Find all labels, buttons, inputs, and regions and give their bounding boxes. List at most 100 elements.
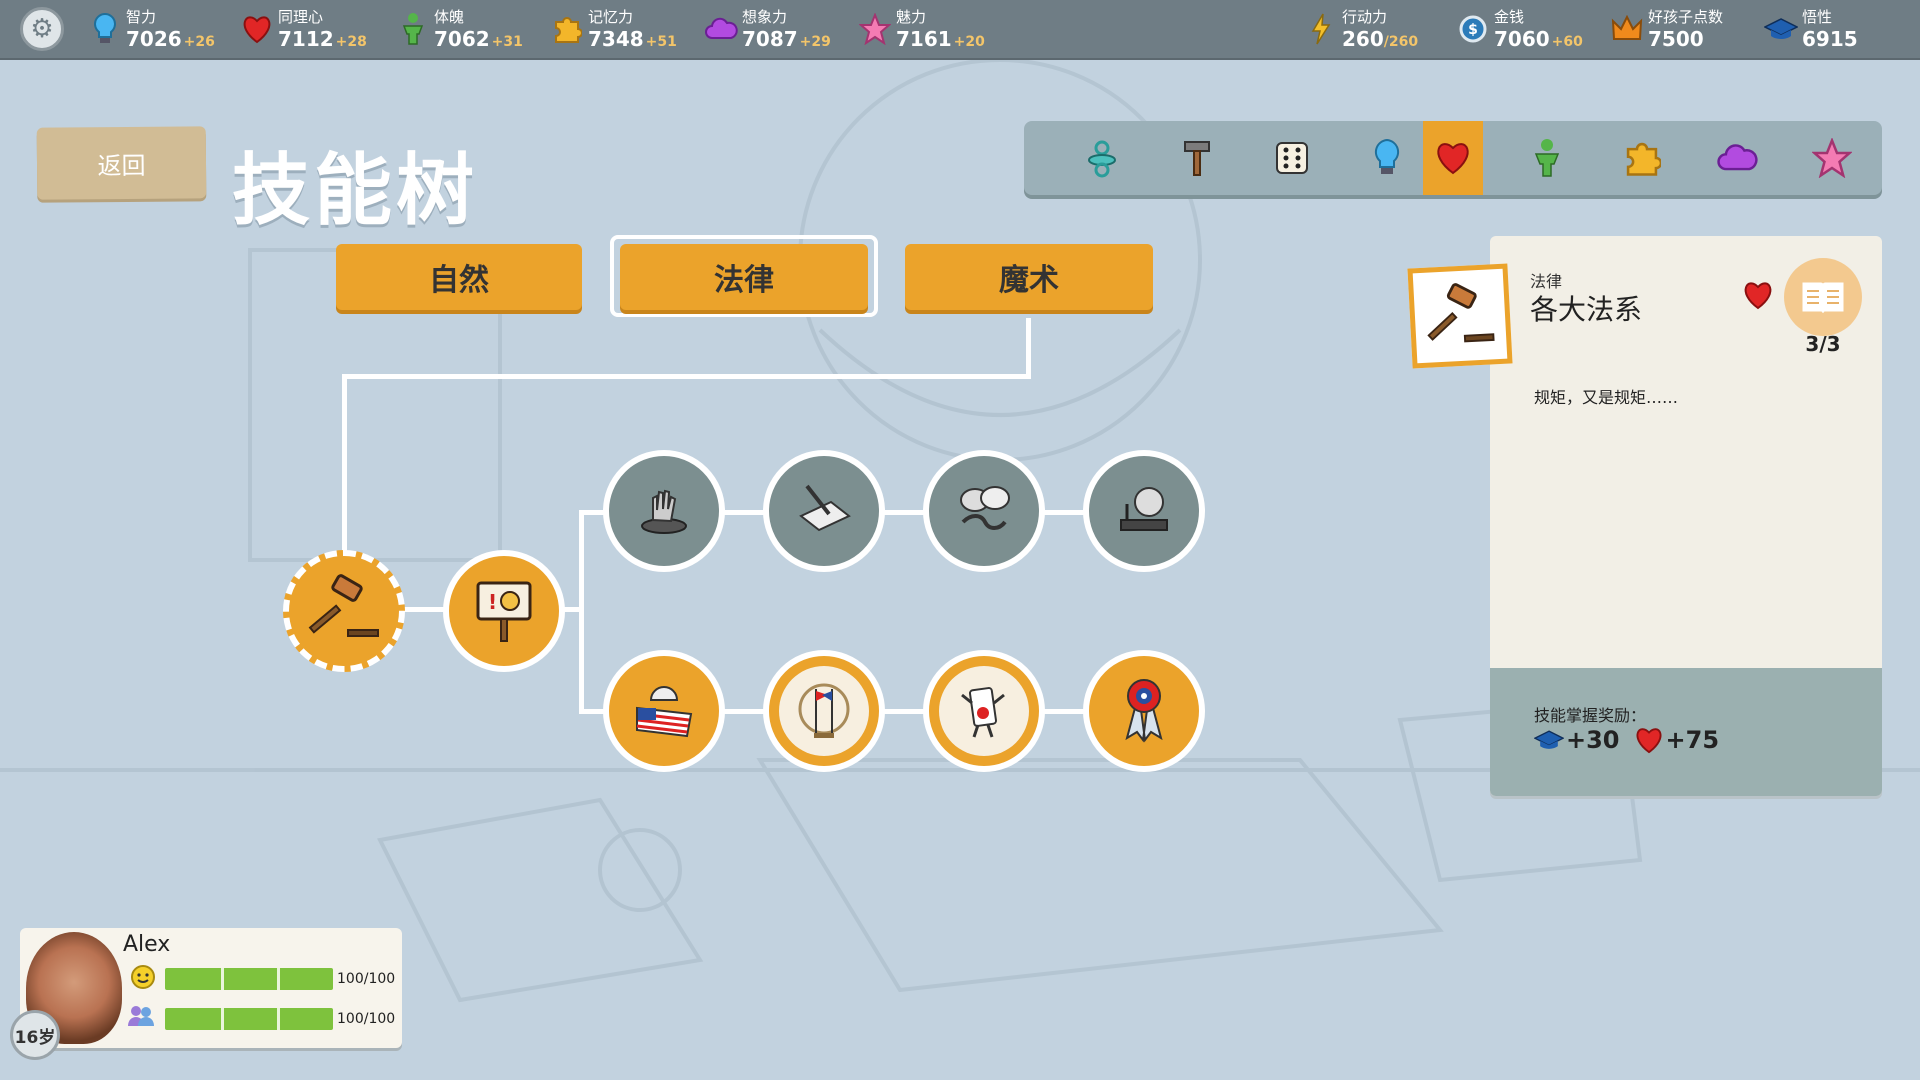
stat-memory: 记忆力 7348 +51 — [550, 6, 677, 52]
stat-label: 记忆力 — [588, 7, 634, 26]
protest-sign-icon: ! — [468, 573, 540, 649]
hand-on-button-icon — [631, 476, 697, 546]
reward-list: +30 +75 — [1534, 726, 1719, 754]
player-name: Alex — [123, 932, 171, 957]
stat-value: 7112 — [278, 26, 334, 51]
top-status-bar: ⚙ 智力 7026 +26 同理心 7112 +28 体魄 7062 +31 记忆力 … — [0, 0, 1920, 58]
graduation-cap-icon — [1534, 730, 1564, 749]
skill-category-bar — [1024, 121, 1882, 195]
speaker-podium-icon — [1111, 476, 1177, 546]
flags-globe-icon — [798, 683, 850, 738]
node-inner-circle — [939, 666, 1029, 756]
category-heart-icon[interactable] — [1423, 121, 1483, 195]
stat-increment: +51 — [645, 33, 677, 50]
connector-line — [342, 374, 347, 562]
person-icon — [396, 9, 430, 49]
stat-value: 7062 — [434, 26, 490, 51]
reward-value: +30 — [1566, 726, 1620, 754]
stat-value: 7161 — [896, 26, 952, 51]
social-value: 100/100 — [337, 1011, 396, 1027]
player-age-badge: 16岁 — [10, 1010, 60, 1060]
connector-line — [579, 510, 584, 712]
player-card[interactable]: 16岁 Alex 100/100 100/100 — [10, 928, 402, 1060]
stat-increment: +26 — [183, 33, 215, 50]
skill-progress-count: 3/3 — [1805, 332, 1841, 356]
pen-and-paper-icon — [791, 476, 857, 546]
stat-increment: +29 — [799, 33, 831, 50]
coin-icon: $ — [1456, 9, 1490, 49]
category-hammer-icon[interactable] — [1167, 121, 1227, 195]
stat-label: 金钱 — [1494, 7, 1525, 26]
stat-insight: 悟性 6915 — [1764, 6, 1858, 52]
heart-icon — [240, 9, 274, 49]
skill-node-election[interactable] — [923, 650, 1045, 772]
stat-increment: +60 — [1551, 33, 1583, 50]
happiness-bar — [165, 968, 333, 990]
connector-line — [342, 374, 1031, 379]
category-puzzle-icon[interactable] — [1612, 121, 1672, 195]
award-ribbon-icon — [1111, 674, 1177, 748]
lightning-icon — [1304, 9, 1338, 49]
ballot-character-icon — [961, 687, 1005, 738]
stat-charm: 魅力 7161 +20 — [858, 6, 985, 52]
stat-increment: +31 — [491, 33, 523, 50]
reward-value: +75 — [1665, 726, 1720, 754]
selected-skill-icon — [1407, 263, 1513, 369]
category-pacifier-icon[interactable] — [1072, 121, 1132, 195]
puzzle-icon — [550, 9, 584, 49]
connector-line — [1026, 318, 1031, 378]
stat-good-kid: 好孩子点数 7500 — [1610, 6, 1723, 52]
stat-value: 7060 — [1494, 26, 1550, 51]
category-cloud-icon[interactable] — [1707, 121, 1767, 195]
stat-imagination: 想象力 7087 +29 — [704, 6, 831, 52]
stat-label: 想象力 — [742, 7, 788, 26]
tab-magic[interactable]: 魔术 — [905, 244, 1153, 310]
stat-increment: +20 — [953, 33, 985, 50]
skill-detail-panel: 法律 各大法系 3/3 规矩，又是规矩…… 技能掌握奖励： +30 +75 — [1407, 236, 1882, 796]
skill-node-locked-3[interactable] — [923, 450, 1045, 572]
stat-max: /260 — [1383, 33, 1419, 50]
skill-name: 各大法系 — [1530, 293, 1643, 326]
stat-value: 260 — [1342, 26, 1384, 51]
skill-node-award[interactable] — [1083, 650, 1205, 772]
skill-node-locked-4[interactable] — [1083, 450, 1205, 572]
category-person-icon[interactable] — [1517, 121, 1577, 195]
node-inner-circle — [779, 666, 869, 756]
stat-label: 行动力 — [1342, 7, 1388, 26]
skill-node-legal-systems[interactable] — [283, 550, 405, 672]
skill-description: 规矩，又是规矩…… — [1534, 388, 1679, 407]
back-button[interactable]: 返回 — [36, 126, 207, 200]
gavel-icon — [304, 574, 384, 648]
smiley-icon — [130, 964, 156, 994]
skill-node-international[interactable] — [763, 650, 885, 772]
social-bar — [165, 1008, 333, 1030]
heart-icon — [1636, 728, 1661, 754]
crown-icon — [1610, 9, 1644, 49]
settings-gear-icon[interactable]: ⚙ — [20, 7, 64, 51]
category-star-icon[interactable] — [1802, 121, 1862, 195]
graduation-cap-icon — [1764, 9, 1798, 49]
page-title: 技能树 — [232, 146, 479, 236]
stat-label: 悟性 — [1802, 7, 1833, 26]
skill-node-locked-1[interactable] — [603, 450, 725, 572]
tab-law[interactable]: 法律 — [620, 244, 868, 310]
skill-book-icon — [1784, 258, 1862, 336]
us-flag-capitol-icon — [629, 674, 699, 748]
happiness-value: 100/100 — [337, 971, 396, 987]
stat-value: 7026 — [126, 26, 182, 51]
stat-label: 魅力 — [896, 7, 927, 26]
stat-value: 7500 — [1648, 26, 1704, 51]
skill-node-locked-2[interactable] — [763, 450, 885, 572]
skill-node-government[interactable] — [603, 650, 725, 772]
reward-empathy: +75 — [1634, 726, 1720, 754]
svg-text:$: $ — [1468, 22, 1478, 38]
star-icon — [858, 9, 892, 49]
tab-nature[interactable]: 自然 — [336, 244, 582, 310]
stat-physique: 体魄 7062 +31 — [396, 6, 523, 52]
reward-label: 技能掌握奖励： — [1534, 706, 1647, 725]
stat-increment: +28 — [335, 33, 367, 50]
people-icon — [126, 1004, 156, 1032]
category-dice-icon[interactable] — [1262, 121, 1322, 195]
category-lightbulb-icon[interactable] — [1357, 121, 1417, 195]
skill-node-protest[interactable]: ! — [443, 550, 565, 672]
